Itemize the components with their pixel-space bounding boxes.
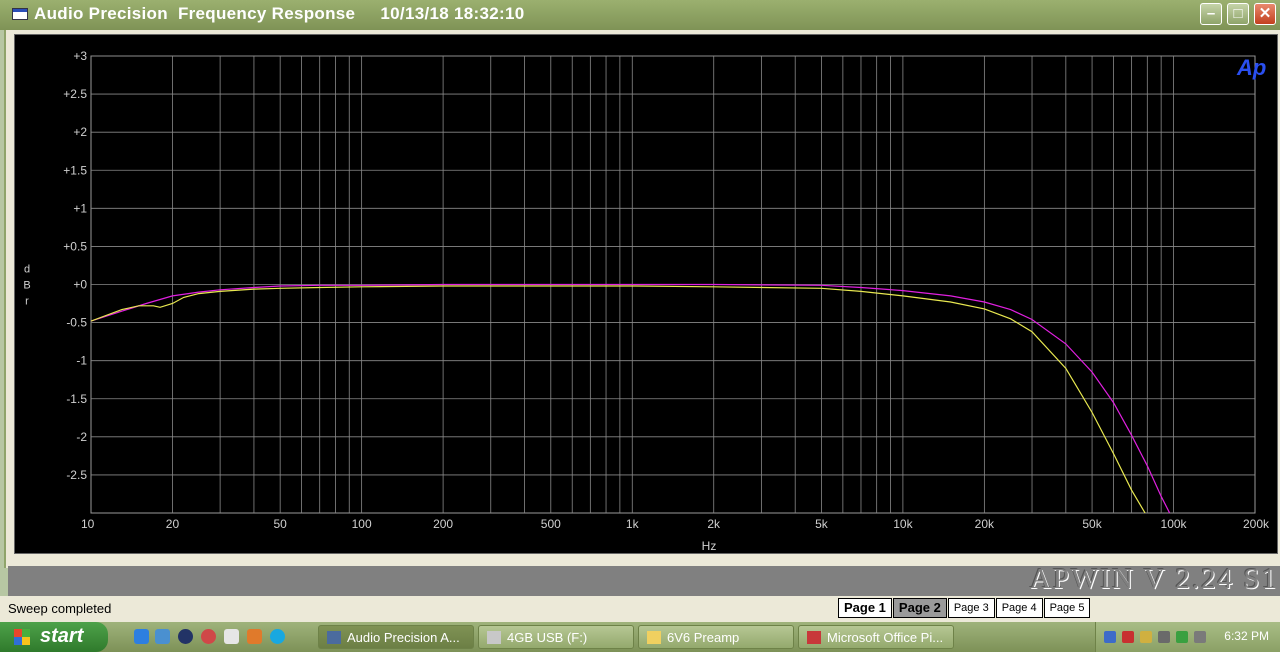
ie-icon[interactable] xyxy=(134,629,149,644)
frequency-response-graph[interactable]: +3 +2.5 +2 +1.5 +1 +0.5 +0 -0.5 -1 -1.5 -2 -2.5 10 20… xyxy=(14,34,1278,554)
task-label: 6V6 Preamp xyxy=(667,630,740,645)
status-bar: Sweep completed Page 1 Page 2 Page 3 Pag… xyxy=(0,596,1280,622)
task-usb-drive[interactable]: 4GB USB (F:) xyxy=(478,625,634,649)
y-axis-label: dBr xyxy=(23,264,30,308)
y-tick-label: -1.5 xyxy=(66,392,87,406)
firefox-icon[interactable] xyxy=(247,629,262,644)
ap-icon xyxy=(327,631,341,644)
x-tick-label: 5k xyxy=(815,517,829,531)
x-tick-label: 500 xyxy=(541,517,561,531)
x-tick-label: 10k xyxy=(893,517,913,531)
y-tick-label: -0.5 xyxy=(66,316,87,330)
windows-flag-icon xyxy=(14,629,30,645)
skype-icon[interactable] xyxy=(270,629,285,644)
show-desktop-icon[interactable] xyxy=(155,629,170,644)
task-label: Microsoft Office Pi... xyxy=(827,630,944,645)
acrobat-icon[interactable] xyxy=(201,629,216,644)
ap-logo: Ap xyxy=(1236,55,1266,80)
task-label: 4GB USB (F:) xyxy=(507,630,588,645)
network-icon[interactable] xyxy=(1104,631,1116,643)
x-tick-label: 20k xyxy=(975,517,995,531)
system-tray: 6:32 PM xyxy=(1095,622,1280,652)
page-tab-4[interactable]: Page 4 xyxy=(995,598,1043,618)
maximize-button[interactable]: □ xyxy=(1227,3,1249,25)
window-title-bar[interactable]: Audio Precision Frequency Response 10/13… xyxy=(0,0,1280,30)
taskbar: start Audio Precision A... 4GB USB (F:) … xyxy=(0,622,1280,652)
y-tick-label: -2.5 xyxy=(66,468,87,482)
y-tick-label: +2 xyxy=(73,125,87,139)
task-audio-precision[interactable]: Audio Precision A... xyxy=(318,625,474,649)
status-text: Sweep completed xyxy=(8,601,112,616)
clock: 6:32 PM xyxy=(1224,629,1269,643)
maximize-icon: □ xyxy=(1233,5,1243,22)
x-tick-label: 20 xyxy=(166,517,180,531)
version-banner: APWIN V 2.24 S1 xyxy=(1029,563,1278,595)
close-icon: ✕ xyxy=(1258,5,1272,22)
x-tick-label: 50k xyxy=(1082,517,1102,531)
window-title: Audio Precision Frequency Response 10/13… xyxy=(34,4,525,23)
y-tick-label: +0 xyxy=(73,278,87,292)
x-tick-label: 50 xyxy=(273,517,287,531)
folder-icon xyxy=(647,631,661,644)
page-tab-5[interactable]: Page 5 xyxy=(1043,598,1091,618)
start-label: start xyxy=(40,625,84,647)
x-tick-label: 100 xyxy=(352,517,372,531)
minimize-icon: – xyxy=(1206,5,1216,22)
app-window-icon[interactable] xyxy=(12,8,28,20)
page-tabs: Page 1 Page 2 Page 3 Page 4 Page 5 xyxy=(838,598,1091,618)
printer-icon[interactable] xyxy=(224,629,239,644)
x-tick-label: 2k xyxy=(707,517,721,531)
settings-tray-icon[interactable] xyxy=(1158,631,1170,643)
x-tick-label: 100k xyxy=(1161,517,1188,531)
safely-remove-icon[interactable] xyxy=(1176,631,1188,643)
y-tick-label: -2 xyxy=(76,430,87,444)
y-tick-label: +1.5 xyxy=(63,163,87,177)
y-tick-label: -1 xyxy=(76,354,87,368)
pen-icon[interactable] xyxy=(1140,631,1152,643)
minimize-button[interactable]: – xyxy=(1200,3,1222,25)
security-icon[interactable] xyxy=(1122,631,1134,643)
y-tick-label: +0.5 xyxy=(63,239,87,253)
task-office-picture[interactable]: Microsoft Office Pi... xyxy=(798,625,954,649)
close-button[interactable]: ✕ xyxy=(1254,3,1276,25)
x-tick-label: 200 xyxy=(433,517,453,531)
y-tick-label: +3 xyxy=(73,49,87,63)
phone-icon[interactable] xyxy=(1194,631,1206,643)
x-axis-label: Hz xyxy=(702,539,717,553)
drive-icon xyxy=(487,631,501,644)
page-tab-2[interactable]: Page 2 xyxy=(892,598,947,618)
x-tick-label: 1k xyxy=(626,517,640,531)
task-folder[interactable]: 6V6 Preamp xyxy=(638,625,794,649)
page-tab-3[interactable]: Page 3 xyxy=(947,598,995,618)
version-band: APWIN V 2.24 S1 xyxy=(8,563,1280,596)
y-tick-label: +2.5 xyxy=(63,87,87,101)
start-button[interactable]: start xyxy=(0,622,108,652)
x-tick-label: 200k xyxy=(1243,517,1270,531)
y-tick-label: +1 xyxy=(73,201,87,215)
chart-svg: +3 +2.5 +2 +1.5 +1 +0.5 +0 -0.5 -1 -1.5 -2 -2.5 10 20… xyxy=(23,49,1270,553)
office-picture-icon xyxy=(807,631,821,644)
page-tab-1[interactable]: Page 1 xyxy=(838,598,892,618)
media-player-icon[interactable] xyxy=(178,629,193,644)
x-tick-label: 10 xyxy=(81,517,95,531)
task-label: Audio Precision A... xyxy=(347,630,460,645)
